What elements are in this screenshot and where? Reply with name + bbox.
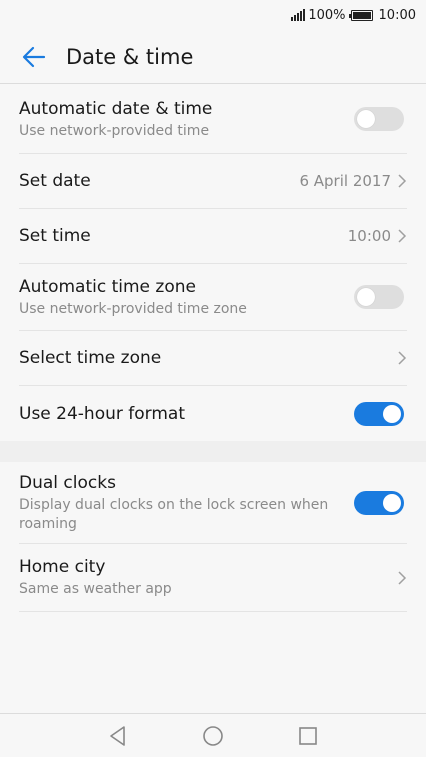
set-time-row[interactable]: Set time 10:00 <box>19 209 407 264</box>
circle-home-icon <box>203 725 223 746</box>
nav-home-button[interactable] <box>193 716 233 756</box>
row-subtitle: Display dual clocks on the lock screen w… <box>19 496 329 532</box>
row-title: Dual clocks <box>19 472 116 493</box>
settings-list: Automatic date & time Use network-provid… <box>0 85 426 612</box>
signal-icon <box>291 9 306 21</box>
use-24-hour-format-row[interactable]: Use 24-hour format <box>19 386 407 441</box>
chevron-right-icon <box>398 229 407 243</box>
status-bar: 100% 10:00 <box>0 0 426 30</box>
row-title: Home city <box>19 557 106 577</box>
nav-recents-button[interactable] <box>288 716 328 756</box>
select-time-zone-row[interactable]: Select time zone <box>19 331 407 386</box>
screen: 100% 10:00 Date & time Automatic date & … <box>0 0 426 757</box>
battery-icon <box>348 9 373 21</box>
dual-clocks-toggle[interactable] <box>354 490 404 515</box>
row-subtitle: Same as weather app <box>19 581 172 597</box>
navigation-bar <box>0 713 426 757</box>
set-date-row[interactable]: Set date 6 April 2017 <box>19 154 407 209</box>
section-divider <box>0 441 426 462</box>
chevron-right-icon <box>398 570 407 585</box>
app-header: Date & time <box>0 30 426 84</box>
chevron-right-icon <box>398 174 407 188</box>
row-title: Use 24-hour format <box>19 403 185 424</box>
back-button[interactable] <box>4 30 64 84</box>
row-title: Automatic time zone <box>19 276 196 297</box>
time-value: 10:00 <box>347 227 391 245</box>
triangle-back-icon <box>109 725 125 746</box>
battery-percent: 100% <box>308 7 346 23</box>
row-subtitle: Use network-provided time zone <box>19 300 247 317</box>
row-title: Set date <box>19 171 91 191</box>
arrow-left-icon <box>22 46 46 67</box>
row-subtitle: Use network-provided time <box>19 122 210 139</box>
home-city-row[interactable]: Home city Same as weather app <box>19 544 407 612</box>
automatic-time-zone-toggle[interactable] <box>354 285 404 309</box>
date-value: 6 April 2017 <box>299 172 391 190</box>
row-title: Set time <box>19 226 91 246</box>
row-title: Automatic date & time <box>19 98 213 119</box>
status-time: 10:00 <box>378 7 416 23</box>
nav-back-button[interactable] <box>98 716 138 756</box>
automatic-date-time-toggle[interactable] <box>354 107 404 131</box>
automatic-date-time-row[interactable]: Automatic date & time Use network-provid… <box>19 85 407 154</box>
page-title: Date & time <box>66 44 194 69</box>
square-recents-icon <box>299 726 318 745</box>
row-title: Select time zone <box>19 348 162 368</box>
chevron-right-icon <box>398 351 407 365</box>
dual-clocks-row[interactable]: Dual clocks Display dual clocks on the l… <box>19 462 407 544</box>
use-24-hour-format-toggle[interactable] <box>354 401 404 426</box>
automatic-time-zone-row[interactable]: Automatic time zone Use network-provided… <box>19 264 407 331</box>
